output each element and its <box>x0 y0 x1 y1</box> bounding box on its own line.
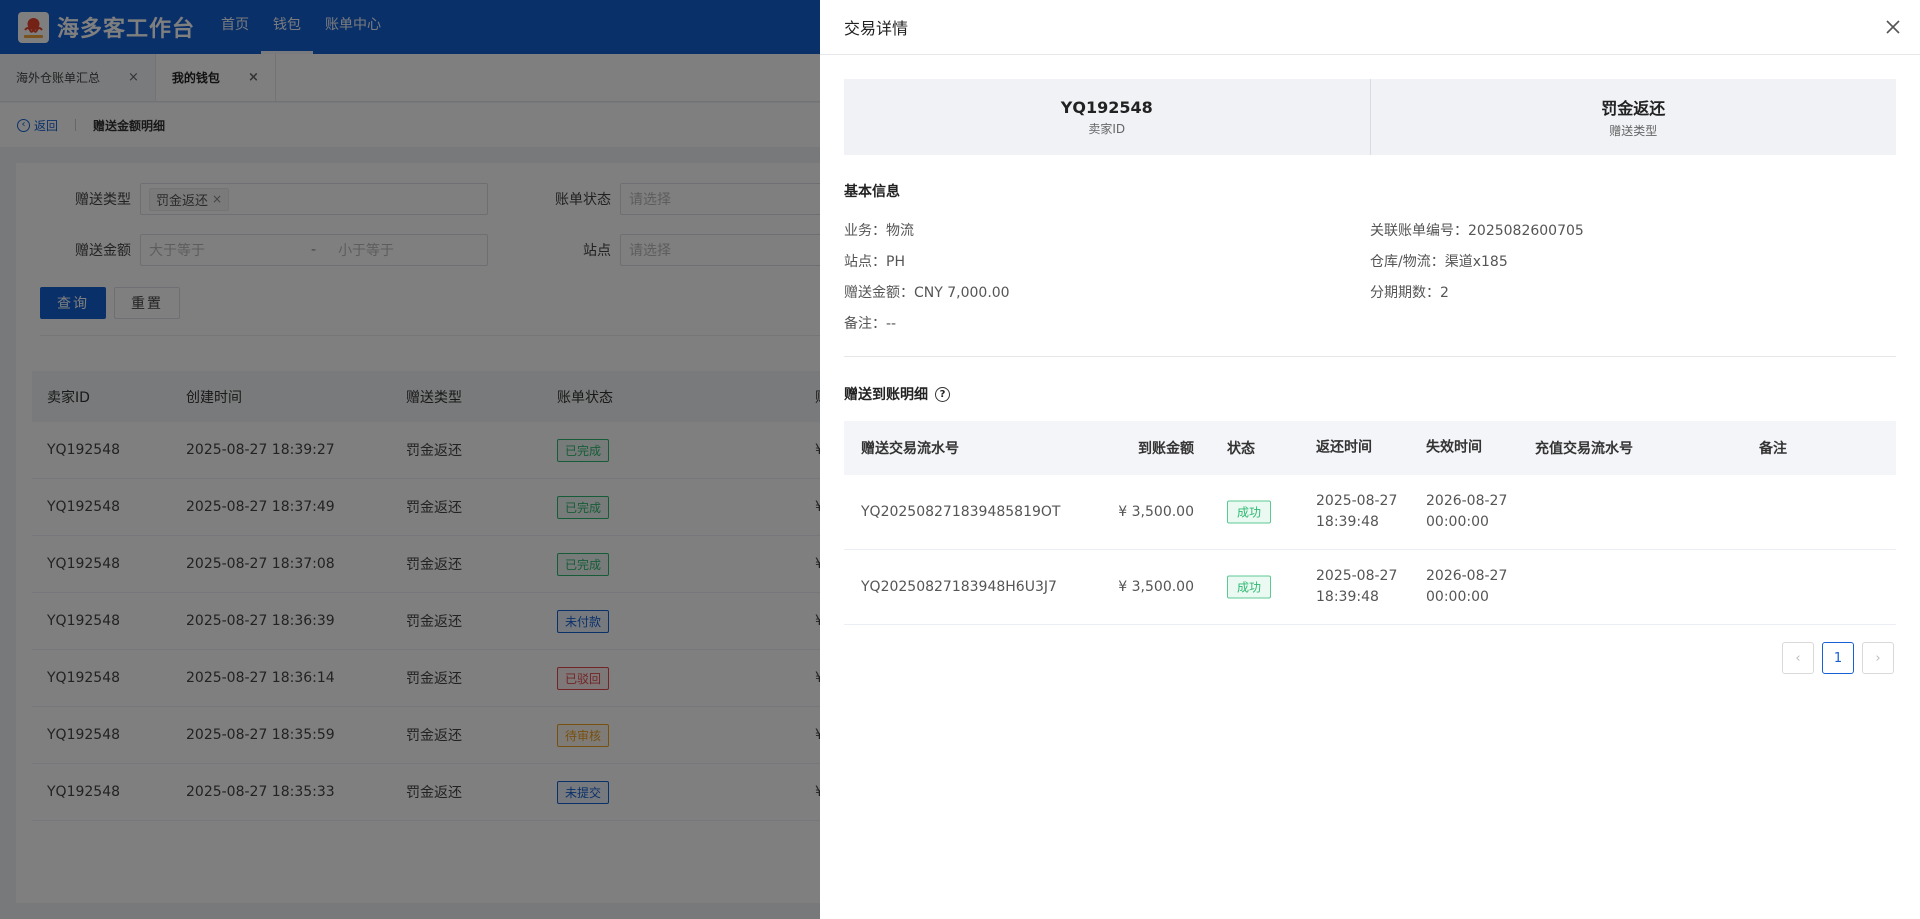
drawer-header: 交易详情 <box>820 0 1920 55</box>
detail-title: 赠送到账明细 <box>844 387 928 403</box>
expire-date: 2026-08-27 <box>1426 568 1508 584</box>
drawer-title: 交易详情 <box>844 19 909 38</box>
info-gift-amount: 赠送金额：CNY 7,000.00 <box>844 285 1010 301</box>
return-clock: 18:39:48 <box>1316 589 1379 605</box>
help-icon[interactable]: ? <box>935 386 950 402</box>
info-site: 站点：PH <box>844 254 905 270</box>
col-gift-serial: 赠送交易流水号 <box>861 441 959 457</box>
info-installments: 分期期数：2 <box>1370 285 1449 301</box>
expire-time: 2026-08-27 00:00:00 <box>1426 491 1507 533</box>
return-date: 2025-08-27 <box>1316 493 1398 509</box>
col-expire-time: 失效时间 <box>1426 439 1482 456</box>
basic-info-title: 基本信息 <box>844 184 900 200</box>
pagination: ‹ 1 › <box>1782 642 1894 674</box>
col-return-time: 返还时间 <box>1316 439 1372 456</box>
next-page-button[interactable]: › <box>1862 642 1894 674</box>
expire-clock: 00:00:00 <box>1426 589 1489 605</box>
gift-serial: YQ20250827183948H6U3J7 <box>861 579 1057 595</box>
detail-row: YQ202508271839485819OT ¥ 3,500.00 成功 202… <box>844 475 1896 550</box>
prev-page-button[interactable]: ‹ <box>1782 642 1814 674</box>
close-icon[interactable] <box>1882 16 1904 38</box>
page-number-button[interactable]: 1 <box>1822 642 1854 674</box>
return-time: 2025-08-27 18:39:48 <box>1316 566 1397 608</box>
detail-table-header: 赠送交易流水号 到账金额 状态 返还时间 失效时间 充值交易流水号 备注 <box>844 421 1896 475</box>
col-arrival-amount: 到账金额 <box>1138 441 1194 457</box>
summary-panel: YQ192548 卖家ID 罚金返还 赠送类型 <box>844 79 1896 155</box>
arrival-amount: ¥ 3,500.00 <box>1118 504 1194 520</box>
summary-value: 罚金返还 <box>1601 99 1666 118</box>
summary-label: 赠送类型 <box>1609 124 1658 138</box>
col-remark: 备注 <box>1759 441 1787 457</box>
return-date: 2025-08-27 <box>1316 568 1398 584</box>
detail-title-wrap: 赠送到账明细 ? <box>844 384 950 404</box>
info-remark: 备注：-- <box>844 316 897 332</box>
summary-value: YQ192548 <box>1060 97 1153 117</box>
info-business: 业务：物流 <box>844 223 914 239</box>
status-badge: 成功 <box>1227 575 1272 599</box>
summary-seller: YQ192548 卖家ID <box>844 79 1370 155</box>
expire-time: 2026-08-27 00:00:00 <box>1426 566 1507 608</box>
expire-date: 2026-08-27 <box>1426 493 1508 509</box>
info-warehouse: 仓库/物流：渠道x185 <box>1370 254 1508 270</box>
transaction-detail-drawer: 交易详情 YQ192548 卖家ID 罚金返还 赠送类型 基本信息 业务：物流 … <box>820 0 1920 919</box>
info-related-bill: 关联账单编号：2025082600705 <box>1370 223 1584 239</box>
return-time: 2025-08-27 18:39:48 <box>1316 491 1397 533</box>
summary-label: 卖家ID <box>1088 121 1126 136</box>
divider <box>844 356 1896 357</box>
return-clock: 18:39:48 <box>1316 514 1379 530</box>
detail-row: YQ20250827183948H6U3J7 ¥ 3,500.00 成功 202… <box>844 550 1896 625</box>
status-badge: 成功 <box>1227 500 1272 524</box>
col-recharge-serial: 充值交易流水号 <box>1535 441 1633 457</box>
gift-serial: YQ202508271839485819OT <box>861 504 1061 520</box>
col-status: 状态 <box>1227 441 1255 457</box>
expire-clock: 00:00:00 <box>1426 514 1489 530</box>
summary-gift-type: 罚金返还 赠送类型 <box>1369 79 1897 155</box>
arrival-amount: ¥ 3,500.00 <box>1118 579 1194 595</box>
